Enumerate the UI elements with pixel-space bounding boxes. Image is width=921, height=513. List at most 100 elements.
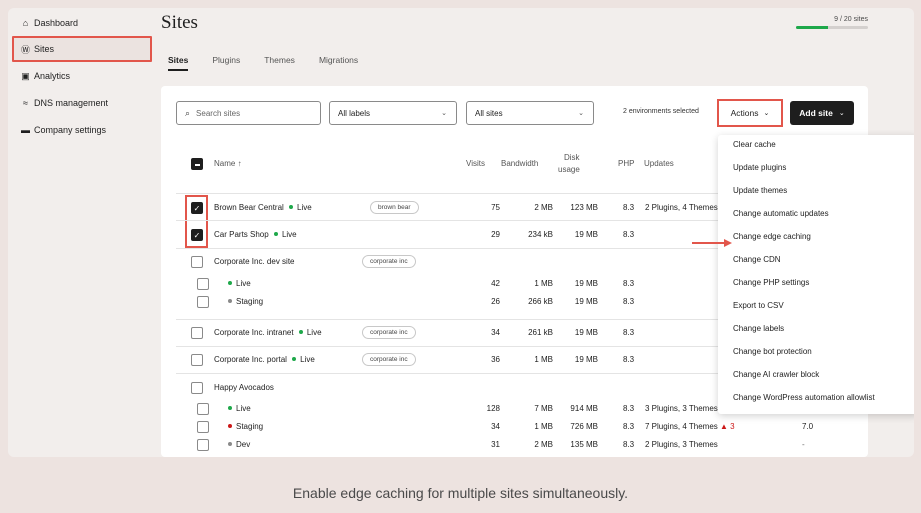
menu-item-update-themes[interactable]: Update themes — [733, 186, 787, 195]
sites-select[interactable]: All sites ⌄ — [466, 101, 594, 125]
wordpress-icon: Ⓦ — [20, 44, 30, 55]
menu-item-change-labels[interactable]: Change labels — [733, 324, 784, 333]
tab-themes[interactable]: Themes — [264, 55, 295, 71]
site-label-tag[interactable]: corporate inc — [362, 255, 416, 268]
sidebar-item-dns[interactable]: ≈ DNS management — [20, 94, 108, 112]
env-checkbox[interactable] — [197, 403, 209, 415]
search-input[interactable]: ⌕ Search sites — [176, 101, 321, 125]
chart-icon: ▣ — [21, 70, 30, 81]
sites-select-value: All sites — [475, 108, 503, 118]
site-name[interactable]: Corporate Inc. intranet Live — [214, 328, 322, 337]
updates-cell[interactable]: 2 Plugins, 4 Themes — [645, 203, 718, 212]
env-checkbox[interactable] — [197, 421, 209, 433]
tab-plugins[interactable]: Plugins — [212, 55, 240, 71]
sidebar: ⌂ Dashboard Ⓦ Sites ▣ Analytics ≈ DNS ma… — [8, 8, 158, 457]
php-cell: 8.3 — [623, 440, 635, 449]
add-site-button[interactable]: Add site ⌄ — [790, 101, 854, 125]
bandwidth-cell: 7 MB — [534, 404, 553, 413]
bandwidth-cell: 234 kB — [528, 230, 553, 239]
column-header-disk[interactable]: Disk — [564, 153, 580, 162]
warning-count: 3 — [730, 422, 735, 431]
sidebar-item-analytics[interactable]: ▣ Analytics — [20, 67, 70, 85]
env-name[interactable]: Staging — [228, 297, 263, 306]
chevron-down-icon: ⌄ — [838, 110, 845, 117]
live-status-dot — [273, 232, 278, 237]
column-header-bandwidth[interactable]: Bandwidth — [501, 159, 538, 168]
live-status-dot — [228, 281, 232, 286]
env-name[interactable]: Dev — [228, 440, 250, 449]
search-placeholder: Search sites — [196, 108, 241, 118]
site-usage: 9 / 20 sites — [796, 16, 868, 29]
updates-cell[interactable]: 3 Plugins, 3 Themes — [645, 404, 718, 413]
extra-cell: - — [802, 440, 805, 449]
updates-cell[interactable]: 7 Plugins, 4 Themes ▲ 3 — [645, 422, 735, 431]
visits-cell: 128 — [486, 404, 500, 413]
sidebar-item-sites[interactable]: Ⓦ Sites — [20, 40, 54, 58]
home-icon: ⌂ — [22, 18, 29, 28]
env-name[interactable]: Live — [228, 404, 251, 413]
menu-item-change-ai-crawler-block[interactable]: Change AI crawler block — [733, 370, 819, 379]
row-checkbox[interactable]: ✓ — [191, 229, 203, 241]
php-cell: 8.3 — [623, 279, 635, 288]
column-header-disk-usage[interactable]: usage — [558, 165, 580, 174]
site-label-tag[interactable]: corporate inc — [362, 353, 416, 366]
sidebar-item-company-settings[interactable]: ▬ Company settings — [20, 121, 106, 139]
row-checkbox[interactable] — [191, 382, 203, 394]
labels-select[interactable]: All labels ⌄ — [329, 101, 457, 125]
bandwidth-cell: 2 MB — [534, 203, 553, 212]
actions-dropdown-menu: Clear cache Update plugins Update themes… — [718, 135, 914, 414]
dns-icon: ≈ — [23, 98, 28, 108]
updates-cell[interactable]: 2 Plugins, 3 Themes — [645, 440, 718, 449]
extra-cell: 7.0 — [802, 422, 814, 431]
tab-sites[interactable]: Sites — [168, 55, 189, 71]
tab-migrations[interactable]: Migrations — [319, 55, 358, 71]
menu-item-change-edge-caching[interactable]: Change edge caching — [733, 232, 811, 241]
php-cell: 8.3 — [623, 422, 635, 431]
row-checkbox[interactable] — [191, 256, 203, 268]
menu-item-export-csv[interactable]: Export to CSV — [733, 301, 784, 310]
column-header-php[interactable]: PHP — [618, 159, 634, 168]
env-checkbox[interactable] — [197, 439, 209, 451]
sidebar-item-label: Company settings — [34, 125, 107, 135]
page-title: Sites — [161, 12, 198, 33]
sidebar-item-label: Dashboard — [34, 18, 79, 28]
status-dot — [228, 299, 232, 304]
env-name[interactable]: Live — [228, 279, 251, 288]
row-checkbox[interactable] — [191, 327, 203, 339]
select-all-checkbox[interactable] — [191, 158, 203, 170]
column-header-name[interactable]: Name ↑ — [214, 159, 242, 168]
menu-item-change-cdn[interactable]: Change CDN — [733, 255, 781, 264]
column-header-updates[interactable]: Updates — [644, 159, 674, 168]
warning-icon: ▲ — [720, 422, 728, 431]
php-cell: 8.3 — [623, 297, 635, 306]
status-dot — [228, 442, 232, 447]
sidebar-item-dashboard[interactable]: ⌂ Dashboard — [20, 14, 78, 32]
actions-button[interactable]: Actions ⌄ — [717, 99, 783, 127]
env-name[interactable]: Staging — [228, 422, 263, 431]
disk-cell: 135 MB — [570, 440, 598, 449]
site-label-tag[interactable]: corporate inc — [362, 326, 416, 339]
env-checkbox[interactable] — [197, 296, 209, 308]
site-name[interactable]: Car Parts Shop Live — [214, 230, 297, 239]
row-checkbox[interactable]: ✓ — [191, 202, 203, 214]
menu-item-clear-cache[interactable]: Clear cache — [733, 140, 776, 149]
menu-item-change-php-settings[interactable]: Change PHP settings — [733, 278, 809, 287]
menu-item-change-automatic-updates[interactable]: Change automatic updates — [733, 209, 829, 218]
column-header-visits[interactable]: Visits — [466, 159, 485, 168]
menu-item-change-wp-automation-allowlist[interactable]: Change WordPress automation allowlist — [733, 393, 875, 402]
menu-item-update-plugins[interactable]: Update plugins — [733, 163, 786, 172]
bandwidth-cell: 1 MB — [534, 422, 553, 431]
row-checkbox[interactable] — [191, 354, 203, 366]
disk-cell: 19 MB — [574, 328, 598, 337]
sidebar-item-label: DNS management — [34, 98, 109, 108]
site-name[interactable]: Corporate Inc. portal Live — [214, 355, 315, 364]
site-name[interactable]: Happy Avocados — [214, 383, 274, 392]
chevron-down-icon: ⌄ — [763, 110, 770, 117]
visits-cell: 34 — [491, 328, 500, 337]
menu-item-change-bot-protection[interactable]: Change bot protection — [733, 347, 812, 356]
site-name[interactable]: Brown Bear Central Live — [214, 203, 312, 212]
live-status-dot — [289, 205, 294, 210]
site-name[interactable]: Corporate Inc. dev site — [214, 257, 294, 266]
env-checkbox[interactable] — [197, 278, 209, 290]
site-label-tag[interactable]: brown bear — [370, 201, 419, 214]
